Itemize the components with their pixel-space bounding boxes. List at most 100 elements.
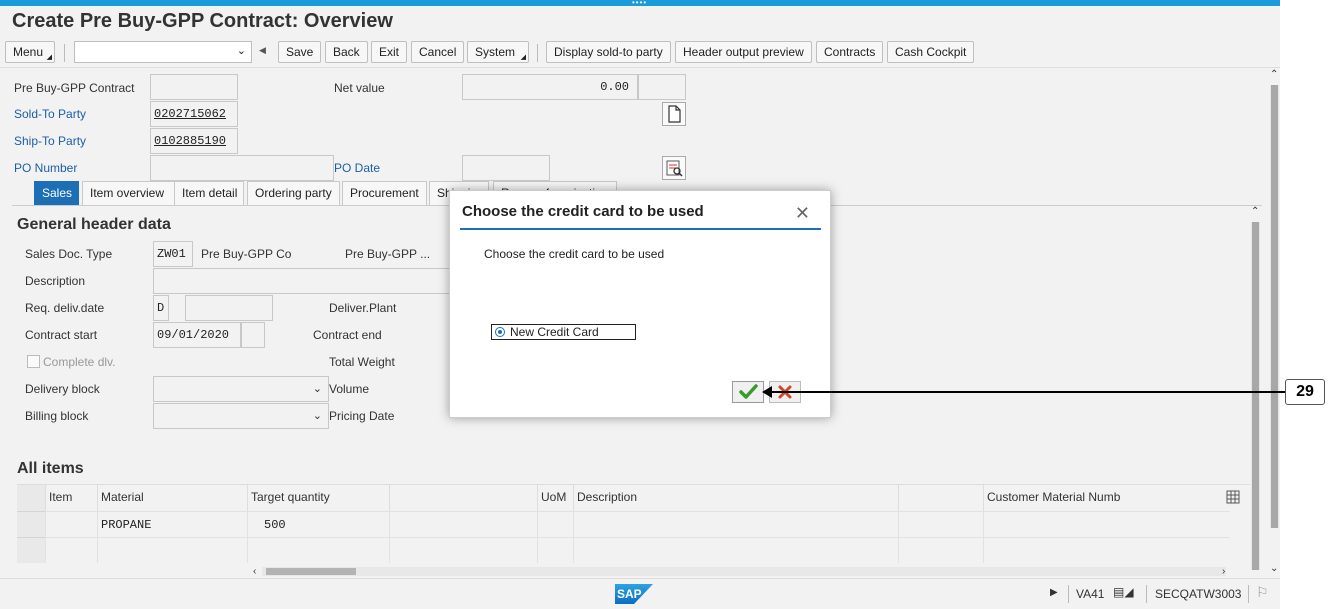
req-deliv-date-label: Req. deliv.date <box>25 301 105 315</box>
header-output-preview-button[interactable]: Header output preview <box>675 41 812 63</box>
page-title: Create Pre Buy-GPP Contract: Overview <box>12 10 393 32</box>
system-name: SECQATW3003 <box>1155 587 1242 601</box>
row-selector[interactable] <box>17 537 45 563</box>
dialog-title: Choose the credit card to be used <box>462 203 704 220</box>
page-scroll-up-icon[interactable]: ⌃ <box>1270 69 1278 80</box>
contract-start-extra-field[interactable] <box>241 322 265 348</box>
new-credit-card-label: New Credit Card <box>510 325 599 339</box>
billing-block-label: Billing block <box>25 409 89 423</box>
status-expand-icon[interactable]: ▶ <box>1050 587 1058 598</box>
volume-label: Volume <box>329 382 370 396</box>
radio-selected-icon[interactable] <box>495 327 505 337</box>
save-button[interactable]: Save <box>278 41 322 63</box>
contract-start-label: Contract start <box>25 328 98 342</box>
cancel-button[interactable]: Cancel <box>411 41 465 63</box>
dropdown-corner-icon: ◢ <box>520 54 526 61</box>
po-date-field[interactable] <box>462 155 550 181</box>
tab-ordering-party[interactable]: Ordering party <box>247 181 340 205</box>
net-value-label: Net value <box>334 81 385 95</box>
panel-vertical-scroll-thumb[interactable] <box>1252 222 1259 570</box>
delivery-block-dropdown[interactable]: ⌄ <box>153 376 329 402</box>
description-field[interactable] <box>153 268 453 294</box>
cell-customer-material[interactable] <box>983 537 1230 563</box>
cell-item[interactable] <box>45 511 97 537</box>
transaction-code: VA41 <box>1076 587 1105 601</box>
row-selector[interactable] <box>17 511 45 537</box>
tab-sales[interactable]: Sales <box>34 181 79 205</box>
ship-to-party-field[interactable]: 0102885190 <box>150 128 238 154</box>
page-vertical-scrollbar[interactable] <box>1270 85 1279 528</box>
cell-blank[interactable] <box>389 511 537 537</box>
chevron-down-icon: ⌄ <box>236 45 246 57</box>
horizontal-scrollbar[interactable] <box>262 567 1226 576</box>
req-deliv-date-field[interactable] <box>185 295 273 321</box>
new-credit-card-option[interactable]: New Credit Card <box>491 324 636 340</box>
display-sold-to-party-button[interactable]: Display sold-to party <box>546 41 671 63</box>
back-button[interactable]: Back <box>325 41 368 63</box>
confirm-button[interactable] <box>732 381 764 403</box>
billing-block-dropdown[interactable]: ⌄ <box>153 403 329 429</box>
exit-button[interactable]: Exit <box>371 41 408 63</box>
toolbar: Menu ◢ ⌄ ◀ Save Back Exit Cancel System ◢ … <box>0 38 1280 68</box>
column-header-item[interactable]: Item <box>45 485 97 511</box>
panel-vertical-scrollbar[interactable] <box>1251 222 1260 570</box>
column-header-material[interactable]: Material <box>97 485 247 511</box>
cell-target-quantity[interactable]: 500 <box>247 511 389 537</box>
tab-procurement[interactable]: Procurement <box>342 181 427 205</box>
cell-description[interactable] <box>573 511 898 537</box>
column-header-target-quantity[interactable]: Target quantity <box>247 485 389 511</box>
column-header-blank[interactable] <box>389 485 537 511</box>
horizontal-scroll-thumb[interactable] <box>266 568 356 575</box>
menu-button[interactable]: Menu ◢ <box>5 41 55 63</box>
cell-description[interactable] <box>573 537 898 563</box>
panel-scroll-up-icon[interactable]: ⌃ <box>1251 206 1259 217</box>
status-list-icon[interactable]: ▤◢ <box>1113 585 1134 599</box>
column-header-description[interactable]: Description <box>573 485 898 511</box>
contract-number-field[interactable] <box>150 74 238 100</box>
search-document-icon[interactable] <box>662 156 686 180</box>
tab-item-detail[interactable]: Item detail <box>174 181 244 205</box>
po-number-field[interactable] <box>150 155 334 181</box>
scroll-right-icon[interactable]: › <box>1222 566 1225 577</box>
cell-uom[interactable] <box>537 511 573 537</box>
complete-dlv-checkbox[interactable] <box>27 355 40 368</box>
cell-customer-material[interactable] <box>983 511 1230 537</box>
req-deliv-type-field[interactable]: D <box>153 295 169 321</box>
sap-logo-icon: SAP <box>615 584 653 604</box>
select-all-cell[interactable] <box>17 485 45 511</box>
close-icon[interactable]: ✕ <box>795 203 810 224</box>
cell-uom[interactable] <box>537 537 573 563</box>
scroll-left-icon[interactable]: ‹ <box>253 566 256 577</box>
document-icon[interactable] <box>662 102 686 126</box>
dialog-message: Choose the credit card to be used <box>484 247 665 261</box>
contracts-button[interactable]: Contracts <box>816 41 884 63</box>
cell-target-quantity[interactable] <box>247 537 389 563</box>
status-separator <box>1146 585 1147 603</box>
table-settings-icon[interactable] <box>1223 485 1250 511</box>
collapse-arrow-icon[interactable]: ◀ <box>259 45 266 56</box>
resize-grip-icon[interactable]: •••• <box>632 0 647 7</box>
column-header-uom[interactable]: UoM <box>537 485 573 511</box>
cell-material[interactable]: PROPANE <box>97 511 247 537</box>
top-strip: •••• <box>0 0 1280 7</box>
dropdown-corner-icon: ◢ <box>46 54 52 61</box>
cell-item[interactable] <box>45 537 97 563</box>
cash-cockpit-button[interactable]: Cash Cockpit <box>887 41 975 63</box>
cell-blank-2[interactable] <box>898 537 983 563</box>
status-bar: SAP ▶ VA41 ▤◢ SECQATW3003 ⚐ <box>0 578 1280 609</box>
sales-doc-type-field[interactable]: ZW01 <box>153 241 193 267</box>
cell-material[interactable] <box>97 537 247 563</box>
column-header-customer-material[interactable]: Customer Material Numb <box>983 485 1223 511</box>
status-flag-icon[interactable]: ⚐ <box>1256 584 1269 601</box>
cell-blank-2[interactable] <box>898 511 983 537</box>
page-scroll-down-icon[interactable]: ⌄ <box>1270 563 1278 574</box>
system-button[interactable]: System ◢ <box>467 41 529 63</box>
page-vertical-scroll-thumb[interactable] <box>1271 85 1278 528</box>
sold-to-party-field[interactable]: 0202715062 <box>150 101 238 127</box>
column-header-blank-2[interactable] <box>898 485 983 511</box>
command-field[interactable]: ⌄ <box>74 41 252 63</box>
cell-blank[interactable] <box>389 537 537 563</box>
sales-doc-type-label: Sales Doc. Type <box>25 247 113 261</box>
callout-step-number: 29 <box>1285 379 1325 405</box>
contract-start-field[interactable]: 09/01/2020 <box>153 322 241 348</box>
